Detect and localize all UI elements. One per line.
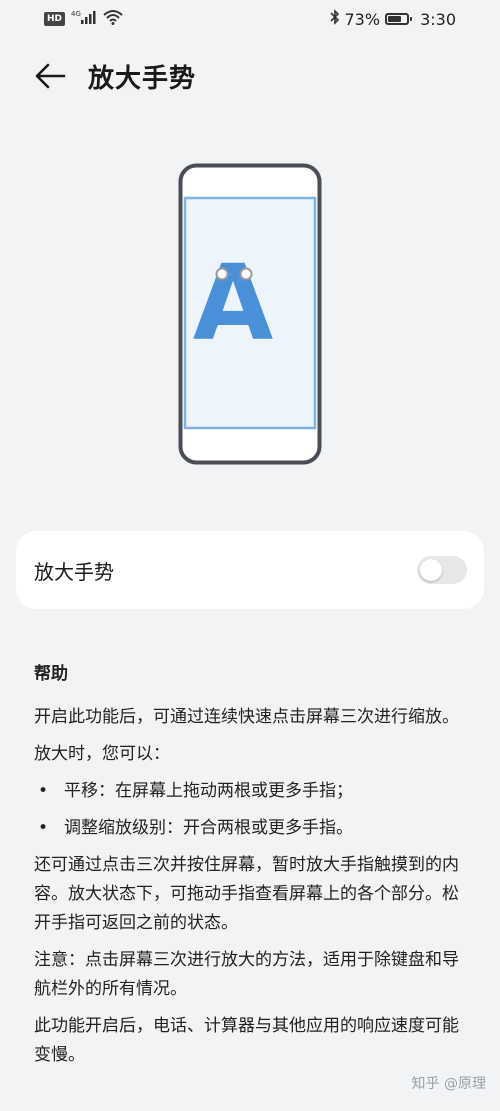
touch-point-left-icon — [215, 267, 229, 281]
help-paragraph-4: 注意：点击屏幕三次进行放大的方法，适用于除键盘和导航栏外的所有情况。 — [34, 950, 459, 999]
help-section: 帮助 开启此功能后，可通过连续快速点击屏幕三次进行缩放。 放大时，您可以： • … — [34, 660, 474, 1078]
battery-fill — [388, 16, 402, 22]
help-paragraph-1: 开启此功能后，可通过连续快速点击屏幕三次进行缩放。 — [34, 707, 459, 727]
app-bar: 放大手势 — [0, 50, 500, 102]
status-left: HD 4G — [44, 9, 123, 29]
battery-percent: 73% — [344, 9, 381, 29]
bullet-marker: • — [38, 818, 49, 838]
network-gen-label: 4G — [71, 10, 81, 18]
help-bullet-1: • 平移：在屏幕上拖动两根或更多手指； — [34, 777, 474, 806]
clock: 3:30 — [420, 9, 456, 29]
signal-icon: 4G — [71, 9, 97, 29]
watermark: 知乎 @原理 — [411, 1076, 486, 1092]
letter-a: A — [193, 242, 274, 364]
touch-point-right-icon — [239, 267, 253, 281]
battery-icon — [385, 13, 413, 25]
page-title: 放大手势 — [88, 64, 197, 94]
status-right: 73% 3:30 — [329, 9, 456, 29]
help-paragraph-5: 此功能开启后，电话、计算器与其他应用的响应速度可能变慢。 — [34, 1016, 459, 1065]
magnify-illustration: A — [178, 163, 322, 465]
hd-badge: HD — [44, 12, 66, 26]
toggle-knob — [420, 559, 442, 581]
status-bar: HD 4G 73% 3:30 — [0, 0, 500, 38]
help-paragraph-3: 还可通过点击三次并按住屏幕，暂时放大手指触摸到的内容。放大状态下，可拖动手指查看… — [34, 855, 459, 933]
back-arrow-icon — [35, 63, 66, 89]
bluetooth-icon — [329, 9, 340, 29]
setting-card: 放大手势 — [16, 531, 484, 609]
help-paragraph-2: 放大时，您可以： — [34, 744, 170, 764]
help-bullet-2: • 调整缩放级别：开合两根或更多手指。 — [34, 814, 474, 843]
help-bullet-text-2: 调整缩放级别：开合两根或更多手指。 — [64, 818, 353, 838]
wifi-icon — [103, 9, 123, 29]
setting-label: 放大手势 — [34, 560, 114, 584]
help-title: 帮助 — [34, 664, 68, 684]
bullet-marker: • — [38, 781, 49, 801]
help-bullet-text-1: 平移：在屏幕上拖动两根或更多手指； — [64, 781, 353, 801]
magnify-gesture-toggle[interactable] — [417, 556, 467, 584]
back-button[interactable] — [28, 58, 72, 94]
